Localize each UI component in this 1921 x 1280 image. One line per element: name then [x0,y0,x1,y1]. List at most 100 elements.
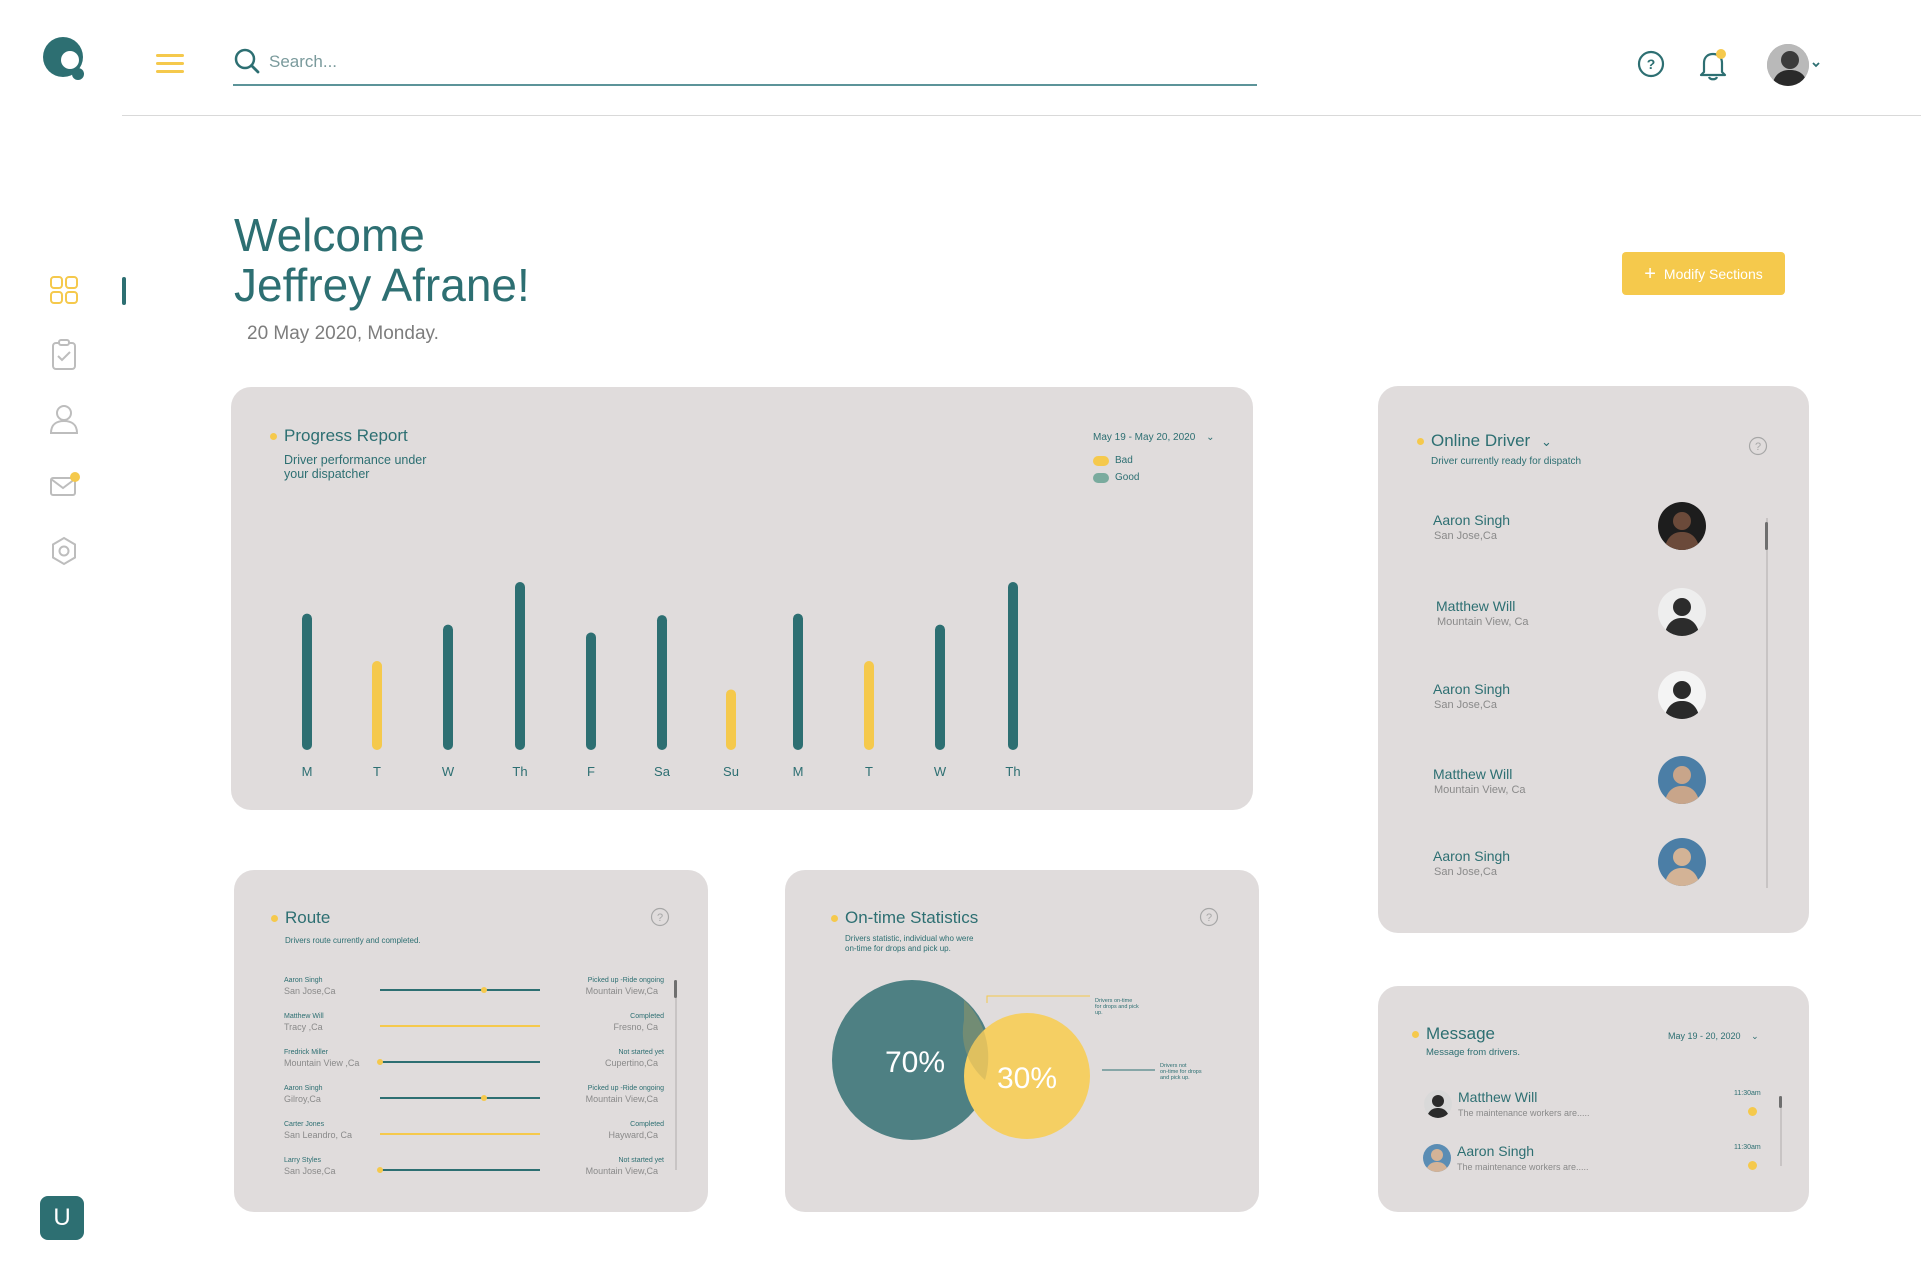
ontime-venn-chart: 70% 30% Drivers on-time for drops and pi… [832,980,1202,1140]
route-origin: San Leandro, Ca [284,1130,353,1140]
chart-x-label: W [934,764,947,779]
message-time: 11:30am [1734,1090,1761,1097]
online-driver-title[interactable]: Online Driver ⌄ [1431,431,1552,451]
not-on-time-percent: 30% [997,1062,1057,1095]
leader-line [986,995,1090,1003]
message-sender[interactable]: Aaron Singh [1457,1143,1534,1159]
driver-avatar[interactable] [1658,756,1706,804]
user-initial-button[interactable]: U [40,1196,84,1240]
driver-name[interactable]: Aaron Singh [1433,848,1510,864]
route-progress-line [380,1097,540,1099]
progress-bar-chart: M T W Th F Sa Su M T W Th [302,582,1021,779]
message-preview: The maintenance workers are..... [1457,1162,1589,1172]
welcome-name: Jeffrey Afrane! [234,259,530,311]
message-subtitle: Message from drivers. [1426,1047,1520,1058]
chevron-down-icon: ⌄ [1540,434,1552,449]
search-icon[interactable] [233,47,261,75]
active-nav-marker [122,277,126,305]
menu-button[interactable] [156,52,186,74]
driver-location: San Jose,Ca [1434,866,1497,878]
svg-text:?: ? [1755,441,1761,453]
route-destination: Fresno, Ca [613,1022,658,1032]
route-origin: San Jose,Ca [284,1166,336,1176]
clipboard-check-icon[interactable] [48,339,80,371]
chevron-down-icon: ⌄ [1751,1031,1759,1041]
chart-x-label: T [865,764,873,779]
driver-avatar[interactable] [1658,671,1706,719]
route-origin: Gilroy,Ca [284,1094,321,1104]
unread-dot [1748,1107,1757,1116]
route-progress-marker [377,1059,383,1065]
on-time-note: Drivers on-time for drops and pick up. [1095,998,1140,1016]
title-dot [1417,438,1424,445]
driver-avatar[interactable] [1658,502,1706,550]
search-bar [233,44,1257,86]
message-time: 11:30am [1734,1144,1761,1151]
route-scrollbar[interactable] [675,980,677,1170]
search-input[interactable] [269,46,1229,78]
grid-icon[interactable] [48,274,80,306]
route-destination: Mountain View,Ca [585,1094,658,1104]
modify-sections-label: Modify Sections [1663,265,1763,282]
route-origin: Mountain View ,Ca [284,1058,360,1068]
route-progress-marker [481,987,487,993]
modify-sections-button[interactable]: + Modify Sections [1622,252,1785,295]
route-scroll-thumb[interactable] [674,980,677,998]
chart-x-label: M [302,764,313,779]
message-card: Message Message from drivers. May 19 - 2… [1378,986,1809,1212]
menu-line [156,54,184,57]
route-destination: Cupertino,Ca [604,1058,658,1068]
header-divider [122,115,1921,116]
chart-x-label: Su [723,764,739,779]
route-origin: Tracy ,Ca [284,1022,323,1032]
route-destination: Mountain View,Ca [585,986,658,996]
route-driver-name: Fredrick Miller [284,1049,328,1056]
driver-name[interactable]: Aaron Singh [1433,681,1510,697]
driver-name[interactable]: Matthew Will [1433,766,1512,782]
online-driver-card: Online Driver ⌄ Driver currently ready f… [1378,386,1809,933]
driver-name[interactable]: Matthew Will [1436,598,1515,614]
hexagon-gear-icon[interactable] [48,535,80,567]
driver-scroll-thumb[interactable] [1765,522,1768,550]
help-icon[interactable]: ? [1748,436,1768,456]
chart-x-label: T [373,764,381,779]
menu-line [156,70,184,73]
question-circle-icon[interactable]: ? [1637,50,1665,78]
message-sender[interactable]: Matthew Will [1458,1089,1537,1105]
driver-avatar[interactable] [1658,588,1706,636]
online-driver-title-label: Online Driver [1431,431,1531,450]
message-scroll-thumb[interactable] [1779,1096,1782,1108]
driver-avatar[interactable] [1658,838,1706,886]
mail-icon[interactable] [48,470,80,502]
route-status: Not started yet [618,1157,664,1164]
svg-text:?: ? [657,912,663,924]
help-icon[interactable]: ? [650,907,670,927]
route-driver-name: Carter Jones [284,1121,325,1128]
route-status: Completed [630,1121,664,1128]
route-driver-name: Aaron Singh [284,1085,323,1092]
menu-line [156,62,184,65]
message-date-range-select[interactable]: May 19 - 20, 2020 ⌄ [1668,1031,1759,1042]
user-avatar[interactable] [1766,43,1822,87]
route-driver-name: Larry Styles [284,1157,321,1164]
bell-icon[interactable] [1698,48,1728,82]
chart-x-label: Sa [654,764,671,779]
on-time-percent: 70% [885,1046,945,1079]
svg-text:?: ? [1647,56,1656,72]
welcome-line: Welcome [234,209,425,261]
user-icon[interactable] [48,403,80,435]
plus-icon: + [1644,262,1656,285]
ontime-statistics-card: On-time Statistics Drivers statistic, in… [785,870,1259,1212]
route-destination: Mountain View,Ca [585,1166,658,1176]
chart-x-label: Th [512,764,527,779]
route-status: Picked up -Ride ongoing [587,977,664,984]
driver-name[interactable]: Aaron Singh [1433,512,1510,528]
chart-x-label: Th [1005,764,1020,779]
route-progress-line [380,1025,540,1027]
driver-scrollbar[interactable] [1766,518,1768,888]
route-driver-name: Matthew Will [284,1013,324,1020]
driver-location: San Jose,Ca [1434,530,1497,542]
driver-location: San Jose,Ca [1434,699,1497,711]
message-title: Message [1426,1024,1495,1043]
route-origin: San Jose,Ca [284,986,336,996]
